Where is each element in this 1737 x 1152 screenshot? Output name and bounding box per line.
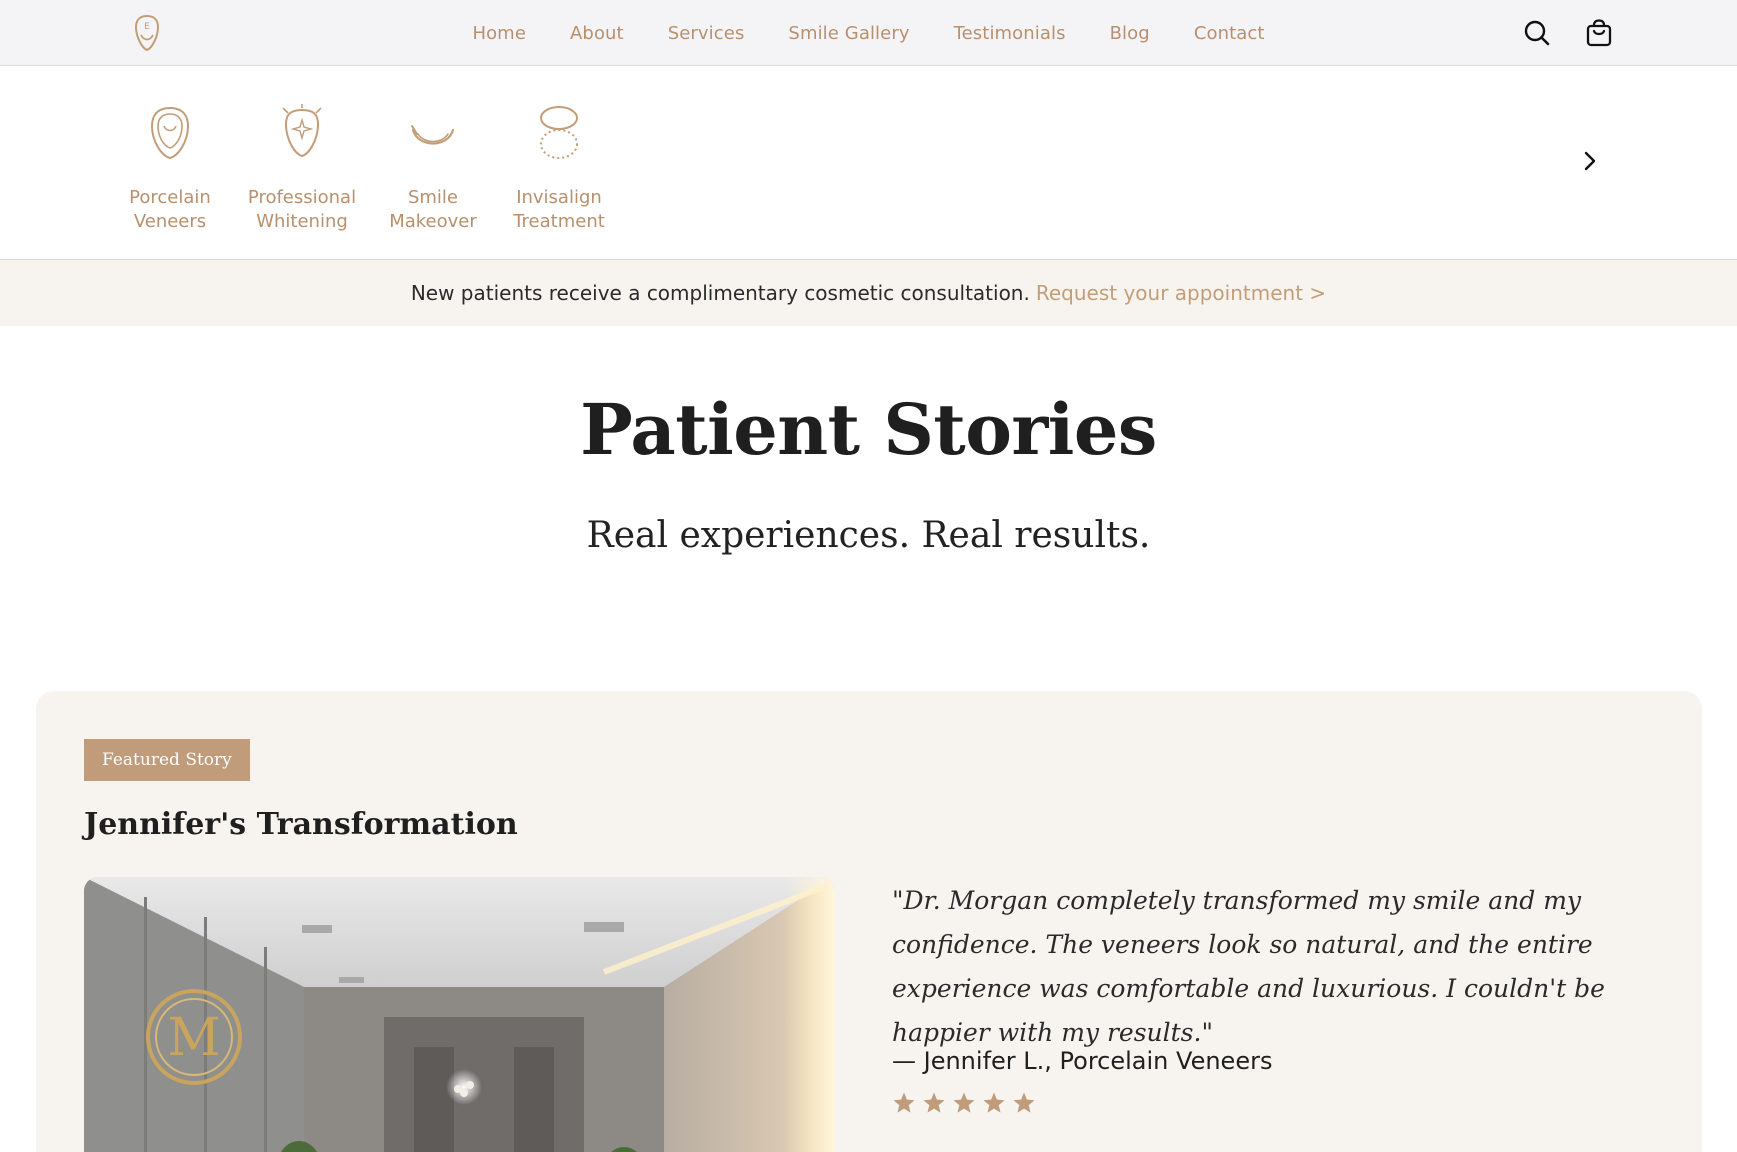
nav-about[interactable]: About: [570, 23, 624, 44]
service-porcelain-veneers[interactable]: Porcelain Veneers: [100, 104, 240, 234]
clinic-photo: M: [84, 877, 834, 1152]
page-subtitle: Real experiences. Real results.: [586, 515, 1151, 556]
star-icon: [923, 1092, 945, 1113]
service-smile-makeover[interactable]: Smile Makeover: [363, 104, 503, 234]
star-rating: [892, 1091, 1036, 1115]
main-nav: Home About Services Smile Gallery Testim…: [0, 0, 1737, 66]
service-strip: Porcelain Veneers Professional Whitening…: [0, 66, 1737, 260]
search-icon[interactable]: [1522, 18, 1552, 48]
wall-logo-letter: M: [167, 1008, 220, 1068]
whitening-tooth-icon: [282, 104, 322, 158]
announcement-banner: New patients receive a complimentary cos…: [0, 260, 1737, 326]
veneer-tooth-icon: [150, 106, 190, 160]
aligner-icon: [540, 106, 578, 159]
featured-badge: Featured Story: [84, 739, 250, 781]
star-icon: [1013, 1092, 1035, 1113]
star-icon: [953, 1092, 975, 1113]
story-title: Jennifer's Transformation: [84, 807, 518, 842]
nav-services[interactable]: Services: [668, 23, 745, 44]
testimonial-quote: "Dr. Morgan completely transformed my sm…: [892, 886, 1605, 1047]
shopping-bag-icon[interactable]: [1584, 18, 1614, 48]
nav-smile-gallery[interactable]: Smile Gallery: [788, 23, 909, 44]
page-title: Patient Stories: [580, 388, 1157, 471]
request-appointment-link[interactable]: Request your appointment >: [1036, 281, 1326, 305]
featured-story-card: Featured Story Jennifer's Transformation: [36, 691, 1702, 1152]
nav-testimonials[interactable]: Testimonials: [954, 23, 1066, 44]
service-professional-whitening[interactable]: Professional Whitening: [232, 104, 372, 234]
nav-home[interactable]: Home: [472, 23, 526, 44]
service-label: Professional Whitening: [247, 187, 357, 232]
star-icon: [893, 1092, 915, 1113]
nav-contact[interactable]: Contact: [1194, 23, 1265, 44]
top-navigation: E Home About Services Smile Gallery Test…: [0, 0, 1737, 66]
smile-icon: [411, 125, 455, 145]
clinic-interior-image: M: [84, 877, 834, 1152]
service-label: Porcelain Veneers: [129, 187, 211, 232]
testimonial-author: — Jennifer L., Porcelain Veneers: [892, 1047, 1273, 1075]
chevron-right-icon[interactable]: [1576, 146, 1604, 176]
announcement-text: New patients receive a complimentary cos…: [410, 281, 1030, 305]
service-invisalign-treatment[interactable]: Invisalign Treatment: [489, 104, 629, 234]
star-icon: [983, 1092, 1005, 1113]
nav-blog[interactable]: Blog: [1110, 23, 1150, 44]
service-label: Smile Makeover: [389, 187, 477, 232]
service-label: Invisalign Treatment: [513, 187, 605, 232]
